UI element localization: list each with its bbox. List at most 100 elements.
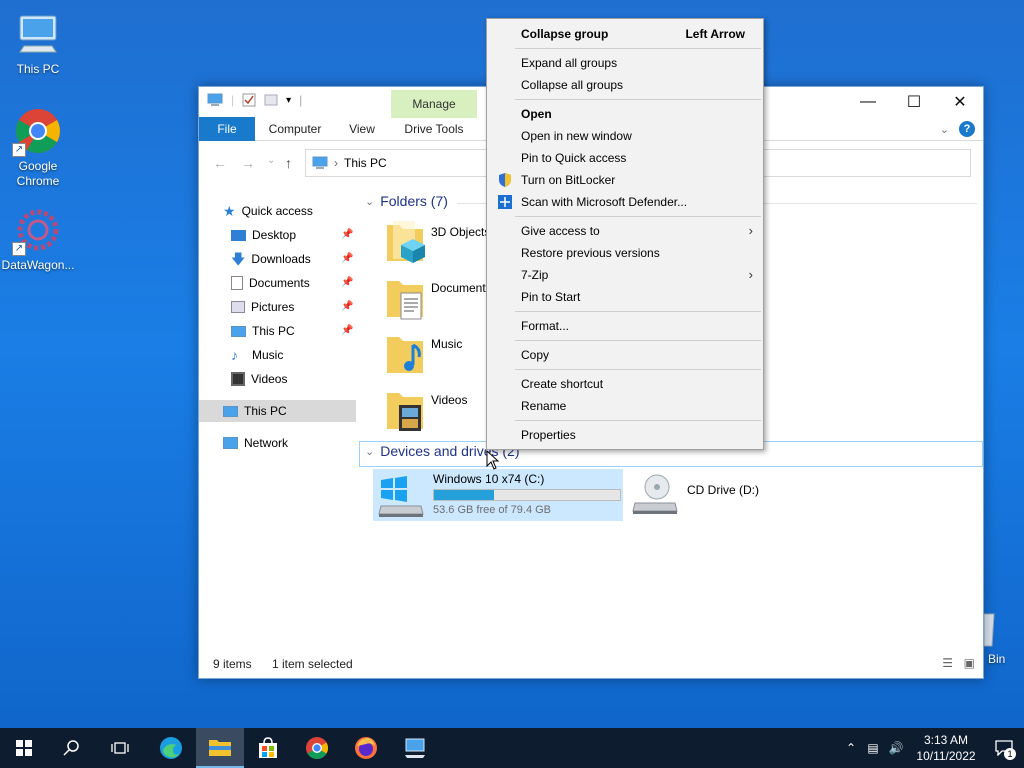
tab-manage[interactable]: Manage — [391, 90, 477, 118]
task-view-icon — [111, 742, 129, 754]
film-strip-icon — [231, 372, 245, 386]
drive-c[interactable]: Windows 10 x74 (C:) 53.6 GB free of 79.4… — [373, 469, 623, 521]
menu-item-pin-to-start[interactable]: Pin to Start — [487, 286, 763, 308]
edge-icon — [160, 737, 182, 759]
windows-drive-icon — [377, 472, 425, 518]
nav-item-label: Quick access — [241, 204, 313, 218]
desktop-icon-label: Bin — [988, 652, 1006, 666]
menu-item-format[interactable]: Format... — [487, 315, 763, 337]
maximize-button[interactable]: ☐ — [891, 87, 937, 117]
desktop-icon — [231, 229, 246, 241]
menu-item-bitlocker[interactable]: Turn on BitLocker — [487, 169, 763, 191]
menu-item-restore-versions[interactable]: Restore previous versions — [487, 242, 763, 264]
search-button[interactable] — [48, 728, 96, 768]
drive-free-space: 53.6 GB free of 79.4 GB — [433, 504, 552, 516]
menu-item-label: Pin to Start — [521, 290, 581, 304]
nav-network[interactable]: Network — [223, 432, 288, 454]
start-button[interactable] — [0, 728, 48, 768]
computer-icon — [223, 405, 238, 417]
music-note-icon: ♪ — [231, 347, 238, 363]
recent-locations-icon[interactable]: ⌄ — [267, 155, 275, 166]
desktop-icon-this-pc[interactable]: This PC — [0, 10, 76, 77]
folder-name: 3D Objects — [431, 225, 491, 239]
qat-dropdown-icon[interactable]: ▾ — [286, 95, 291, 106]
menu-item-collapse-all-groups[interactable]: Collapse all groups — [487, 74, 763, 96]
menu-item-copy[interactable]: Copy — [487, 344, 763, 366]
ribbon-right-controls: ⌄ ? — [940, 121, 975, 137]
close-button[interactable]: ✕ — [937, 87, 983, 117]
drive-d[interactable]: CD Drive (D:) — [631, 473, 759, 519]
desktop-icon-label: This PC — [16, 62, 60, 76]
menu-item-7zip[interactable]: 7-Zip › — [487, 264, 763, 286]
nav-videos[interactable]: Videos — [231, 368, 287, 390]
nav-this-pc[interactable]: This PC — [199, 400, 356, 422]
menu-item-label: Properties — [521, 428, 576, 442]
tab-drive-tools[interactable]: Drive Tools — [395, 117, 473, 141]
drive-name: CD Drive (D:) — [687, 483, 759, 497]
action-center-button[interactable]: 1 — [984, 728, 1024, 768]
nav-item-label: This PC — [252, 324, 295, 338]
group-title: Folders (7) — [380, 193, 448, 209]
chevron-up-icon[interactable]: ⌃ — [840, 741, 862, 755]
menu-item-label: Pin to Quick access — [521, 151, 627, 165]
group-header-folders[interactable]: ⌄ Folders (7) — [365, 193, 448, 209]
properties-icon[interactable] — [242, 93, 256, 107]
forward-arrow-icon[interactable]: → — [241, 155, 255, 171]
clock[interactable]: 3:13 AM 10/11/2022 — [908, 732, 984, 764]
menu-item-defender-scan[interactable]: Scan with Microsoft Defender... — [487, 191, 763, 213]
desktop-icon-recycle-bin[interactable]: Bin — [983, 608, 1008, 666]
network-icon[interactable]: ▤ — [862, 741, 884, 755]
windows-logo-icon — [16, 740, 32, 756]
large-icons-view-icon[interactable]: ▣ — [964, 656, 975, 670]
qat-divider: | — [299, 93, 303, 107]
menu-item-open-new-window[interactable]: Open in new window — [487, 125, 763, 147]
taskbar-file-explorer[interactable] — [196, 728, 244, 768]
download-arrow-icon: 🡇 — [231, 251, 246, 267]
menu-item-rename[interactable]: Rename — [487, 395, 763, 417]
cd-drive-icon — [631, 473, 679, 519]
volume-icon[interactable]: 🔊 — [884, 741, 908, 755]
breadcrumb-this-pc[interactable]: This PC — [344, 156, 387, 170]
taskbar-edge[interactable] — [147, 728, 195, 768]
taskbar-store[interactable] — [244, 728, 292, 768]
mouse-cursor-icon — [486, 450, 500, 470]
minimize-button[interactable]: — — [845, 87, 891, 117]
taskbar-chrome[interactable] — [293, 728, 341, 768]
pin-icon: 📌 — [341, 325, 354, 336]
menu-item-create-shortcut[interactable]: Create shortcut — [487, 373, 763, 395]
this-pc-small-icon — [207, 93, 223, 106]
menu-item-give-access[interactable]: Give access to › — [487, 220, 763, 242]
taskbar-firefox[interactable] — [342, 728, 390, 768]
tab-view[interactable]: View — [339, 117, 385, 141]
menu-item-collapse-group[interactable]: Collapse group Left Arrow — [487, 23, 763, 45]
tab-file[interactable]: File — [199, 117, 255, 141]
breadcrumb-chevron-icon[interactable]: › — [334, 156, 338, 170]
desktop-icon-chrome[interactable]: ↗ Google Chrome — [0, 107, 76, 189]
menu-item-label: Copy — [521, 348, 550, 362]
menu-item-properties[interactable]: Properties — [487, 424, 763, 446]
menu-item-open[interactable]: Open — [487, 103, 763, 125]
document-icon — [231, 276, 243, 290]
selection-count: 1 item selected — [272, 657, 353, 671]
nav-item-label: Documents — [249, 276, 310, 290]
menu-item-expand-all-groups[interactable]: Expand all groups — [487, 52, 763, 74]
task-view-button[interactable] — [96, 728, 144, 768]
taskbar-this-pc-app[interactable] — [391, 728, 439, 768]
computer-icon — [231, 325, 246, 337]
menu-item-label: Turn on BitLocker — [521, 173, 616, 187]
tab-computer[interactable]: Computer — [261, 117, 329, 141]
back-arrow-icon[interactable]: ← — [213, 155, 227, 171]
help-icon[interactable]: ? — [959, 121, 975, 137]
nav-item-label: Videos — [251, 372, 288, 386]
notification-count-badge: 1 — [1004, 748, 1016, 760]
new-folder-icon[interactable] — [264, 93, 278, 107]
expand-ribbon-icon[interactable]: ⌄ — [940, 123, 949, 136]
nav-quick-access[interactable]: ★ Quick access — [223, 200, 313, 222]
details-view-icon[interactable]: ☰ — [942, 656, 953, 670]
menu-separator — [515, 311, 761, 312]
chevron-down-icon[interactable]: ⌄ — [365, 195, 374, 208]
desktop-icon-datawagon[interactable]: ↗ DataWagon... — [0, 206, 76, 273]
menu-item-pin-quick-access[interactable]: Pin to Quick access — [487, 147, 763, 169]
nav-music[interactable]: ♪ Music — [231, 344, 283, 366]
up-arrow-icon[interactable]: ↑ — [285, 155, 292, 171]
